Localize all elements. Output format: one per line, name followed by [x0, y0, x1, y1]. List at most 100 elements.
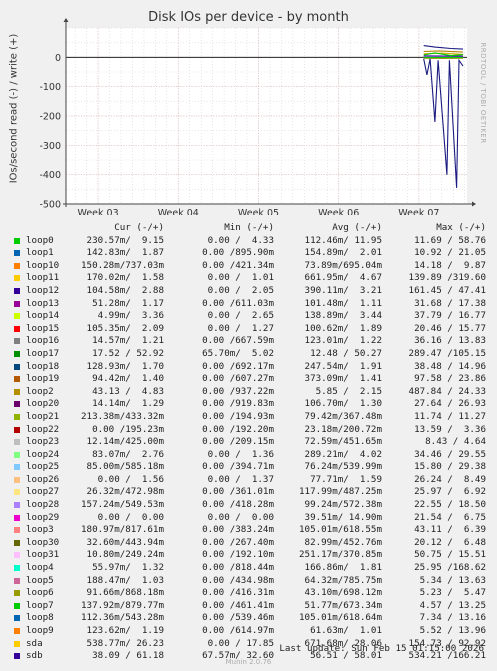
legend-swatch	[14, 313, 20, 320]
legend-row: loop26 0.00 / 1.56 0.00 / 1.37 77.71m/ 1.59…	[10, 474, 490, 487]
legend-max: 20.46 / 15.77	[414, 322, 486, 334]
x-tick-label: Week 06	[318, 208, 359, 215]
legend-row: loop7 137.92m/879.77m 0.00 /461.41m 51.77m/…	[10, 600, 490, 613]
legend-row: loop9 123.62m/ 1.19 0.00 /614.97m 61.63m/ 1…	[10, 625, 490, 638]
legend-name: loop28	[26, 499, 60, 511]
legend-swatch	[14, 464, 20, 471]
legend-name: loop21	[26, 410, 60, 422]
legend-avg: 112.46m/ 11.95	[304, 234, 382, 246]
legend-avg: 100.62m/ 1.89	[304, 322, 382, 334]
legend-avg: 166.86m/ 1.81	[304, 562, 382, 574]
legend-name: loop31	[26, 549, 60, 561]
legend-name: loop1	[26, 247, 54, 259]
legend-row: loop12 104.58m/ 2.88 0.00 / 2.05 390.11m/ 3…	[10, 285, 490, 298]
legend-header-min: Min (-/+)	[224, 222, 274, 233]
y-tick-label: -300	[39, 141, 61, 152]
legend-cur: 0.00 /195.23m	[92, 423, 164, 435]
legend-cur: 180.97m/817.61m	[81, 524, 164, 536]
legend-cur: 51.28m/ 1.17	[92, 297, 164, 309]
legend-max: 97.58 / 23.86	[414, 373, 486, 385]
legend-name: loop3	[26, 524, 54, 536]
legend-row: loop15 105.35m/ 2.09 0.00 / 1.27 100.62m/ 1…	[10, 323, 490, 336]
legend-row: loop23 12.14m/425.00m 0.00 /209.15m 72.59m/…	[10, 436, 490, 449]
legend-name: loop7	[26, 599, 54, 611]
legend-row: loop8 112.36m/543.28m 0.00 /539.46m 105.01m…	[10, 612, 490, 625]
legend-swatch	[14, 527, 20, 534]
legend-cur: 142.83m/ 1.87	[86, 247, 164, 259]
x-axis-arrow	[472, 201, 476, 207]
y-tick-label: -200	[39, 112, 61, 123]
legend-avg: 117.99m/487.25m	[299, 486, 382, 498]
legend-max: 7.34 / 13.16	[419, 612, 486, 624]
legend-avg: 5.85 / 2.15	[315, 385, 382, 397]
legend-swatch	[14, 350, 20, 357]
legend-min: 0.00 /614.97m	[202, 625, 274, 636]
legend-min: 0.00 /194.93m	[202, 410, 274, 422]
legend-cur: 43.13 / 4.83	[92, 385, 164, 397]
legend-avg: 73.89m/695.04m	[304, 259, 382, 271]
legend-row: loop1 142.83m/ 1.87 0.00 /895.90m 154.89m/ …	[10, 247, 490, 260]
legend-max: 25.97 / 6.92	[414, 486, 486, 498]
x-tick-label: Week 04	[158, 208, 199, 215]
legend-swatch	[14, 502, 20, 509]
legend-swatch	[14, 476, 20, 483]
legend-avg: 79.42m/367.48m	[304, 410, 382, 422]
legend-max: 13.59 / 3.36	[414, 423, 486, 435]
legend-min: 0.00 / 4.33	[207, 234, 274, 246]
legend-row: loop29 0.00 / 0.00 0.00 / 0.00 39.51m/ 14.9…	[10, 512, 490, 525]
legend-swatch	[14, 376, 20, 383]
legend-row: loop31 10.80m/249.24m 0.00 /192.10m 251.17m…	[10, 549, 490, 562]
legend-row: loop16 14.57m/ 1.21 0.00 /667.59m 123.01m/ …	[10, 335, 490, 348]
legend-name: loop14	[26, 310, 60, 322]
legend-row: loop27 26.32m/472.98m 0.00 /361.01m 117.99m…	[10, 486, 490, 499]
legend-cur: 128.93m/ 1.70	[86, 360, 164, 372]
legend-header-avg: Avg (-/+)	[332, 222, 382, 233]
y-tick-label: -500	[39, 200, 61, 211]
legend-min: 0.00 /192.10m	[202, 549, 274, 561]
legend-header-max: Max (-/+)	[436, 222, 486, 233]
legend-min: 0.00 /607.27m	[202, 373, 274, 385]
legend-max: 139.89 /319.60	[408, 272, 486, 284]
legend-row: loop2 43.13 / 4.83 0.00 /937.22m 5.85 / 2.1…	[10, 386, 490, 399]
legend-max: 26.24 / 8.49	[414, 473, 486, 485]
legend-max: 5.23 / 5.47	[419, 587, 486, 599]
legend-avg: 106.70m/ 1.30	[304, 398, 382, 410]
legend-swatch	[14, 439, 20, 446]
legend-avg: 247.54m/ 1.91	[304, 360, 382, 372]
legend-swatch	[14, 300, 20, 307]
legend-swatch	[14, 237, 20, 244]
legend-max: 11.69 / 58.76	[414, 234, 486, 246]
legend-table: Cur (-/+) Min (-/+) Avg (-/+) Max (-/+) …	[10, 222, 490, 663]
legend-max: 11.74 / 11.27	[414, 410, 486, 422]
legend-max: 289.47 /105.15	[408, 347, 486, 359]
legend-max: 5.34 / 13.63	[419, 574, 486, 586]
legend-min: 0.00 / 1.37	[207, 473, 274, 485]
legend-row: loop30 32.60m/443.94m 0.00 /267.40m 82.99m/…	[10, 537, 490, 550]
legend-avg: 43.10m/698.12m	[304, 587, 382, 599]
legend-avg: 390.11m/ 3.21	[304, 284, 382, 296]
legend-cur: 10.80m/249.24m	[86, 549, 164, 561]
legend-cur: 14.14m/ 1.29	[92, 398, 164, 410]
legend-avg: 105.01m/618.64m	[299, 612, 382, 624]
legend-row: loop10 150.28m/737.03m 0.00 /421.34m 73.89m…	[10, 260, 490, 273]
legend-max: 487.84 / 24.33	[408, 385, 486, 397]
legend-avg: 251.17m/370.85m	[299, 549, 382, 561]
legend-cur: 17.52 / 52.92	[92, 347, 164, 359]
legend-row: loop22 0.00 /195.23m 0.00 /192.20m 23.18m/2…	[10, 424, 490, 437]
legend-avg: 661.95m/ 4.67	[304, 272, 382, 284]
legend-max: 15.80 / 29.38	[414, 461, 486, 473]
legend-min: 0.00 /418.28m	[202, 499, 274, 511]
legend-cur: 170.02m/ 1.58	[86, 272, 164, 284]
legend-row: loop6 91.66m/868.18m 0.00 /416.31m 43.10m/6…	[10, 587, 490, 600]
x-tick-label: Week 03	[78, 208, 119, 215]
legend-swatch	[14, 577, 20, 584]
legend-swatch	[14, 338, 20, 345]
legend-avg: 61.63m/ 1.01	[310, 625, 382, 636]
legend-row: loop24 83.07m/ 2.76 0.00 / 1.36 289.21m/ 4.…	[10, 449, 490, 462]
legend-row: loop5 188.47m/ 1.03 0.00 /434.98m 64.32m/78…	[10, 575, 490, 588]
legend-swatch	[14, 325, 20, 332]
legend-swatch	[14, 552, 20, 559]
legend-name: loop29	[26, 511, 60, 523]
legend-min: 0.00 / 2.65	[207, 310, 274, 322]
legend-row: loop20 14.14m/ 1.29 0.00 /919.83m 106.70m/ …	[10, 398, 490, 411]
